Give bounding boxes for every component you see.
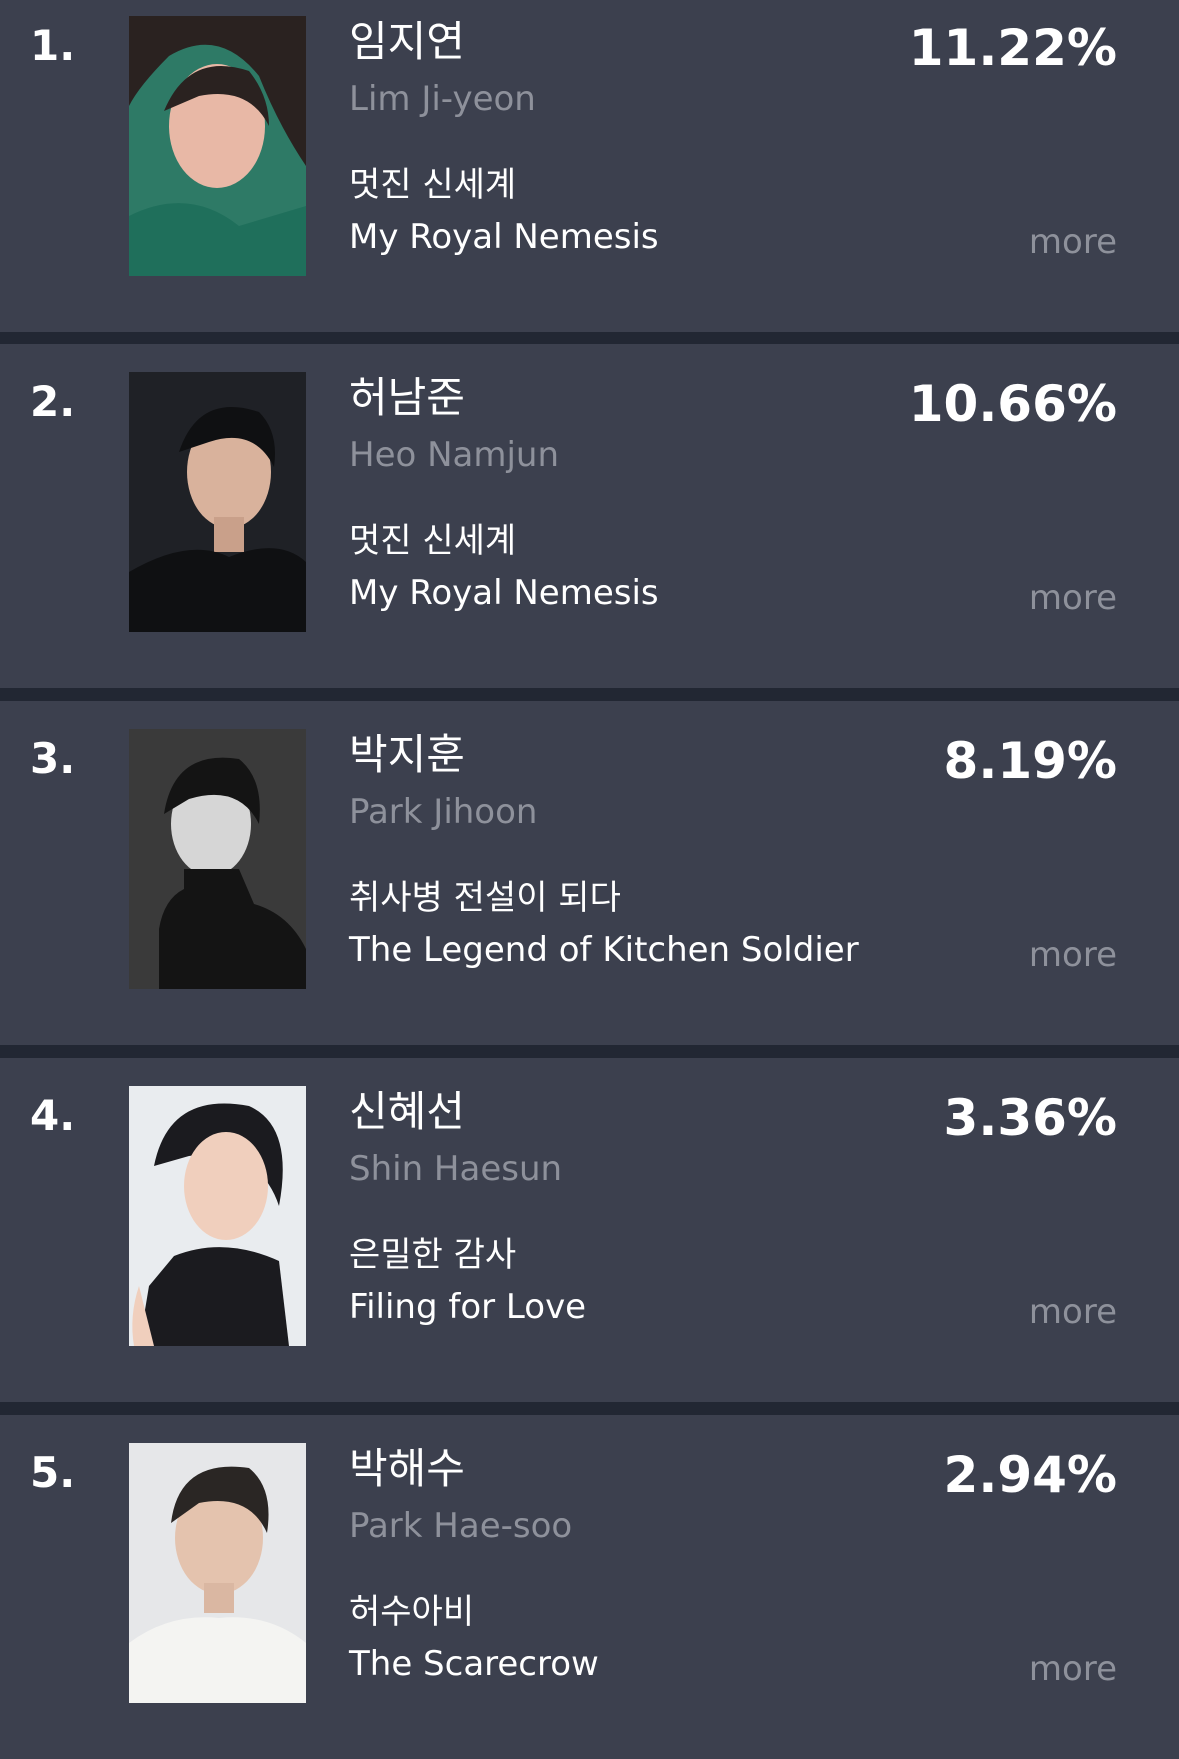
ranking-card[interactable]: 4. 신혜선 Shin Haesun 은밀한 감사 Filing for Lov…: [0, 1058, 1179, 1402]
vote-percentage: 3.36%: [943, 1089, 1117, 1147]
ranking-card[interactable]: 2. 허남준 Heo Namjun 멋진 신세계 My Royal Nemesi…: [0, 344, 1179, 688]
rank-number: 4.: [30, 1091, 76, 1140]
actor-photo[interactable]: [129, 372, 306, 632]
actor-name-english: Park Jihoon: [349, 792, 538, 832]
vote-percentage: 11.22%: [908, 19, 1117, 77]
rank-number: 1.: [30, 21, 76, 70]
actor-photo[interactable]: [129, 729, 306, 989]
show-title-korean: 은밀한 감사: [349, 1235, 517, 1275]
actor-photo[interactable]: [129, 16, 306, 276]
actor-name-english: Heo Namjun: [349, 435, 560, 475]
actor-name-english: Park Hae-soo: [349, 1506, 573, 1546]
actor-photo-image: [129, 1086, 306, 1346]
show-title-english: Filing for Love: [349, 1287, 587, 1327]
actor-photo-image: [129, 372, 306, 632]
vote-percentage: 10.66%: [908, 375, 1117, 433]
actor-name-korean: 박지훈: [349, 730, 465, 779]
show-title-korean: 취사병 전설이 되다: [349, 878, 621, 918]
ranking-card[interactable]: 3. 박지훈 Park Jihoon 취사병 전설이 되다 The Legend…: [0, 701, 1179, 1045]
more-link[interactable]: more: [1029, 576, 1117, 620]
show-title-english: My Royal Nemesis: [349, 217, 659, 257]
actor-photo[interactable]: [129, 1443, 306, 1703]
vote-percentage: 8.19%: [943, 732, 1117, 790]
show-title-english: The Scarecrow: [349, 1644, 599, 1684]
more-link[interactable]: more: [1029, 1290, 1117, 1334]
ranking-card[interactable]: 1. 임지연 Lim Ji-yeon 멋진 신세계 My Royal Nemes…: [0, 0, 1179, 332]
ranking-list: 1. 임지연 Lim Ji-yeon 멋진 신세계 My Royal Nemes…: [0, 0, 1179, 1759]
rank-number: 5.: [30, 1448, 76, 1497]
actor-name-korean: 허남준: [349, 373, 465, 422]
actor-name-korean: 임지연: [349, 17, 465, 66]
show-title-korean: 멋진 신세계: [349, 521, 517, 561]
show-title-english: My Royal Nemesis: [349, 573, 659, 613]
actor-name-korean: 박해수: [349, 1444, 465, 1493]
vote-percentage: 2.94%: [943, 1446, 1117, 1504]
more-link[interactable]: more: [1029, 1647, 1117, 1691]
more-link[interactable]: more: [1029, 933, 1117, 977]
rank-number: 3.: [30, 734, 76, 783]
actor-name-english: Lim Ji-yeon: [349, 79, 536, 119]
actor-photo-image: [129, 1443, 306, 1703]
actor-photo[interactable]: [129, 1086, 306, 1346]
actor-name-english: Shin Haesun: [349, 1149, 563, 1189]
rank-number: 2.: [30, 377, 76, 426]
show-title-english: The Legend of Kitchen Soldier: [349, 930, 859, 970]
show-title-korean: 허수아비: [349, 1592, 475, 1632]
actor-name-korean: 신혜선: [349, 1087, 465, 1136]
show-title-korean: 멋진 신세계: [349, 165, 517, 205]
actor-photo-image: [129, 729, 306, 989]
ranking-card[interactable]: 5. 박해수 Park Hae-soo 허수아비 The Scarecrow 2…: [0, 1415, 1179, 1759]
actor-photo-image: [129, 16, 306, 276]
more-link[interactable]: more: [1029, 220, 1117, 264]
